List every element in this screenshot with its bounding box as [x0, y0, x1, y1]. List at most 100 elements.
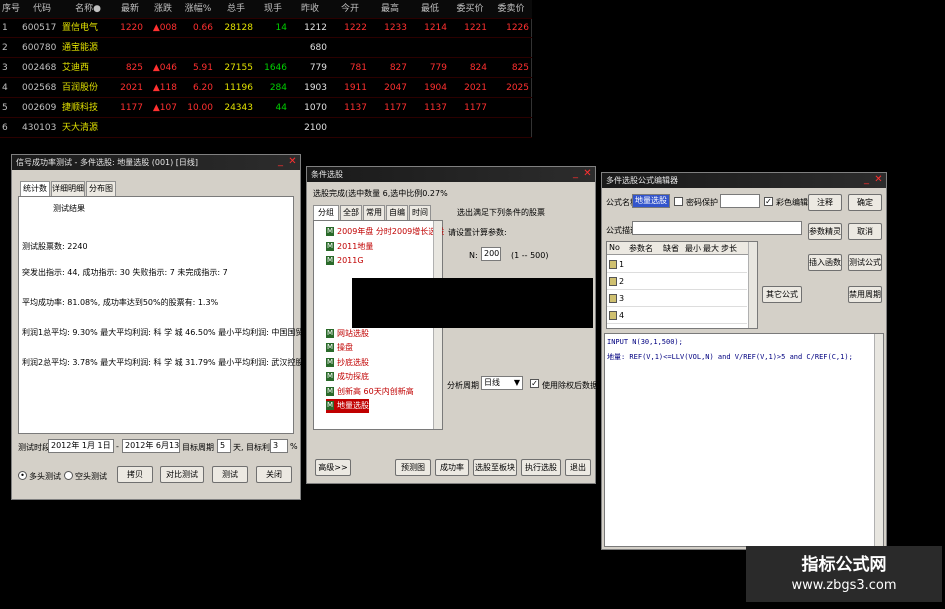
tab-time[interactable]: 时间: [409, 205, 431, 220]
exit-button[interactable]: 退出: [565, 459, 591, 476]
param-scrollbar[interactable]: [748, 242, 757, 328]
row-icon: [609, 260, 617, 269]
close-icon[interactable]: ✕: [873, 175, 884, 186]
header-last[interactable]: 最新: [114, 0, 146, 19]
tree-item[interactable]: M 2011地量: [326, 240, 373, 254]
header-ask[interactable]: 委卖价: [490, 0, 532, 19]
success-rate-button[interactable]: 成功率: [435, 459, 469, 476]
param-row[interactable]: 3: [607, 291, 747, 307]
formula-desc-input[interactable]: [632, 221, 802, 235]
compare-test-button[interactable]: 对比测试: [160, 466, 204, 483]
tree-item[interactable]: M 网站选股: [326, 327, 369, 341]
header-prev[interactable]: 昨收: [290, 0, 330, 19]
tab-distribution[interactable]: 分布图: [86, 181, 116, 196]
table-row[interactable]: 1 600517 置信电气 1220 ▲008 0.66 28128 14 1212 1222 12…: [0, 19, 532, 38]
password-label: 密码保护: [686, 198, 718, 207]
tree-item[interactable]: M 抄底选股: [326, 356, 369, 370]
cell-prev: 1903: [304, 83, 327, 93]
date-from-picker[interactable]: 2012年 1月 1日: [48, 439, 114, 453]
tree-item[interactable]: M 2011G: [326, 254, 364, 268]
translate-button[interactable]: 注释: [808, 194, 842, 211]
screening-summary: 选股完成(选中数量 6,选中比例0.27%: [313, 189, 448, 198]
advanced-button[interactable]: 高级>>: [315, 459, 351, 476]
header-chg[interactable]: 涨跌: [146, 0, 180, 19]
copy-button[interactable]: 拷贝: [117, 466, 153, 483]
success-rate-test-window: 信号成功率测试 - 多件选股: 地量选股 (001) [日线] _ ✕ 统计数据…: [11, 154, 339, 500]
header-pct[interactable]: 涨幅%: [180, 0, 216, 19]
window-titlebar[interactable]: 信号成功率测试 - 多件选股: 地量选股 (001) [日线]: [12, 155, 300, 170]
cell-vol: 24343: [224, 103, 253, 113]
header-code[interactable]: 代码: [22, 0, 62, 19]
tree-item[interactable]: M 操盘: [326, 341, 353, 355]
radio-short[interactable]: [64, 471, 73, 480]
table-row[interactable]: 3 002468 艾迪西 825 ▲046 5.91 27155 1646 779 781 827 7…: [0, 59, 532, 78]
tab-custom[interactable]: 自编: [386, 205, 408, 220]
tab-details[interactable]: 详细明细: [51, 181, 85, 196]
param-row[interactable]: 1: [607, 257, 747, 273]
table-row[interactable]: 2 600780 通宝能源 680: [0, 39, 532, 58]
tree-item[interactable]: M 地量选股: [326, 399, 369, 413]
param-row[interactable]: 2: [607, 274, 747, 290]
password-checkbox[interactable]: [674, 197, 683, 206]
param-row[interactable]: 4: [607, 308, 747, 324]
minimize-icon[interactable]: _: [570, 169, 581, 180]
tab-common[interactable]: 常用: [363, 205, 385, 220]
cell-low: 1904: [424, 83, 447, 93]
target-period-input[interactable]: 5: [217, 439, 231, 453]
header-open[interactable]: 今开: [330, 0, 370, 19]
minimize-icon[interactable]: _: [861, 175, 872, 186]
cell-last: 825: [125, 63, 143, 73]
code-scrollbar[interactable]: [874, 334, 883, 546]
disable-period-button[interactable]: 禁用周期: [848, 286, 882, 303]
header-vol[interactable]: 总手: [216, 0, 256, 19]
close-icon[interactable]: ✕: [582, 169, 593, 180]
tree-item[interactable]: M 成功探底: [326, 370, 369, 384]
table-row[interactable]: 5 002609 捷顺科技 1177 ▲107 10.00 24343 44 1070 1137 1…: [0, 99, 532, 118]
tree-item[interactable]: M 创新高 60天内创新高: [326, 385, 414, 399]
tree-item[interactable]: M 2009年盘 分时2009增长选股: [326, 225, 444, 239]
test-formula-button[interactable]: 测试公式: [848, 254, 882, 271]
table-row[interactable]: 6 430103 天大清源 2100: [0, 119, 532, 138]
close-icon[interactable]: ✕: [287, 157, 298, 168]
header-low[interactable]: 最低: [410, 0, 450, 19]
cell-low: [410, 119, 450, 138]
minimize-icon[interactable]: _: [275, 157, 286, 168]
param-wizard-button[interactable]: 参数精灵: [808, 223, 842, 240]
cell-high: [370, 39, 410, 58]
table-row[interactable]: 4 002568 百润股份 2021 ▲118 6.20 11196 284 1903 1911 2…: [0, 79, 532, 98]
tab-stats[interactable]: 统计数据: [20, 181, 50, 207]
preview-button[interactable]: 预测图: [395, 459, 431, 476]
insert-function-button[interactable]: 插入函数: [808, 254, 842, 271]
formula-icon: M: [326, 401, 334, 410]
execute-screening-button[interactable]: 执行选股: [521, 459, 561, 476]
header-bid[interactable]: 委买价: [450, 0, 490, 19]
window-titlebar[interactable]: 条件选股: [307, 167, 595, 182]
header-high[interactable]: 最高: [370, 0, 410, 19]
watermark-title: 指标公式网: [801, 555, 887, 575]
cancel-button[interactable]: 取消: [848, 223, 882, 240]
header-cur[interactable]: 现手: [256, 0, 290, 19]
date-to-picker[interactable]: 2012年 6月13日: [122, 439, 180, 453]
to-block-button[interactable]: 选股至板块: [473, 459, 517, 476]
tab-group[interactable]: 分组: [313, 205, 339, 220]
header-name[interactable]: 名称●: [62, 0, 114, 19]
confirm-button[interactable]: 确定: [848, 194, 882, 211]
password-input[interactable]: [720, 194, 760, 208]
cell-ask: [490, 99, 532, 118]
use-rights-checkbox[interactable]: ✓: [530, 379, 539, 388]
analysis-period-select[interactable]: 日线 ▼: [481, 376, 523, 390]
target-profit-input[interactable]: 3: [270, 439, 288, 453]
tab-all[interactable]: 全部: [340, 205, 362, 220]
formula-code-editor[interactable]: INPUT N(30,1,500); 地量: REF(V,1)<=LLV(VOL…: [604, 333, 884, 547]
radio-long[interactable]: •: [18, 471, 27, 480]
color-edit-checkbox[interactable]: ✓: [764, 197, 773, 206]
test-button[interactable]: 测试: [212, 466, 248, 483]
other-formula-button[interactable]: 其它公式: [762, 286, 802, 303]
header-no[interactable]: 序号: [0, 0, 22, 19]
cell-no: 1: [2, 23, 8, 33]
formula-name-input[interactable]: 地量选股: [632, 194, 670, 208]
close-button[interactable]: 关闭: [256, 466, 292, 483]
window-titlebar[interactable]: 多件选股公式编辑器: [602, 173, 886, 188]
param-table-header: No 参数名 缺省 最小 最大 步长: [607, 242, 757, 255]
param-n-input[interactable]: 200: [481, 247, 501, 261]
